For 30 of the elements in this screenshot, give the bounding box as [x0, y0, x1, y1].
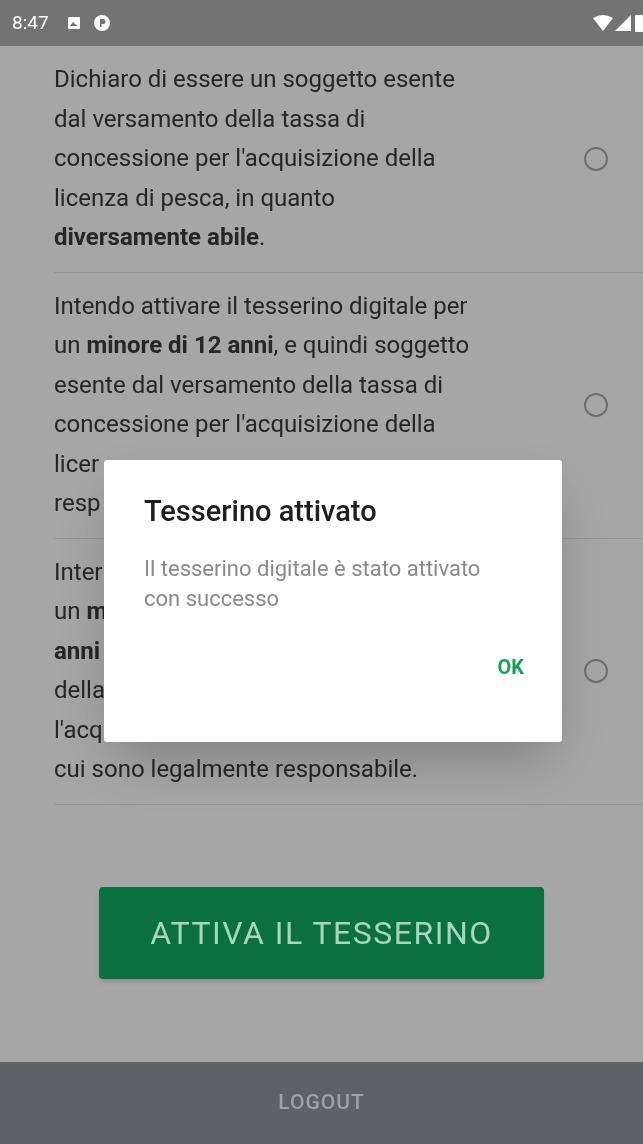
option-text: licer — [54, 448, 100, 480]
ok-button[interactable]: OK — [497, 652, 524, 682]
dialog-message: Il tesserino digitale è stato attivato con successo — [144, 555, 482, 613]
option-text: anni — [54, 635, 101, 667]
option-text: Dichiaro di essere un soggetto esente — [54, 64, 455, 95]
option-text: licenza di pesca, in quanto — [54, 182, 335, 214]
radio-button[interactable] — [584, 659, 608, 683]
option-text: esente dal versamento della tassa di — [54, 369, 444, 401]
activate-button[interactable]: ATTIVA IL TESSERINO — [99, 887, 544, 980]
radio-button[interactable] — [584, 393, 608, 417]
signal-icon — [615, 15, 631, 31]
option-text: Intendo attivare il tesserino digitale per — [54, 290, 468, 322]
option-text: della — [54, 675, 105, 706]
option-text: un minore di 12 anni, e quindi soggetto — [54, 330, 470, 361]
logout-button[interactable]: LOGOUT — [278, 1087, 365, 1119]
option-text: concessione per l'acquisizione della — [54, 143, 436, 174]
option-text: resp — [54, 488, 101, 519]
option-text: cui sono legalmente responsabile. — [54, 754, 419, 785]
dialog-title: Tesserino attivato — [144, 494, 378, 528]
option-text: l'acq — [54, 714, 103, 746]
radio-button[interactable] — [584, 146, 608, 171]
option-text: diversamente abile. — [54, 222, 266, 253]
option-text: Inter — [54, 556, 103, 588]
status-time: 8:47 — [12, 9, 49, 36]
circle-notification-icon — [92, 14, 111, 32]
battery-icon — [635, 14, 643, 32]
option-text: dal versamento della tassa di — [54, 103, 366, 135]
wifi-icon — [593, 15, 613, 31]
image-notification-icon — [66, 16, 81, 30]
option-text: concessione per l'acquisizione della — [54, 409, 436, 440]
